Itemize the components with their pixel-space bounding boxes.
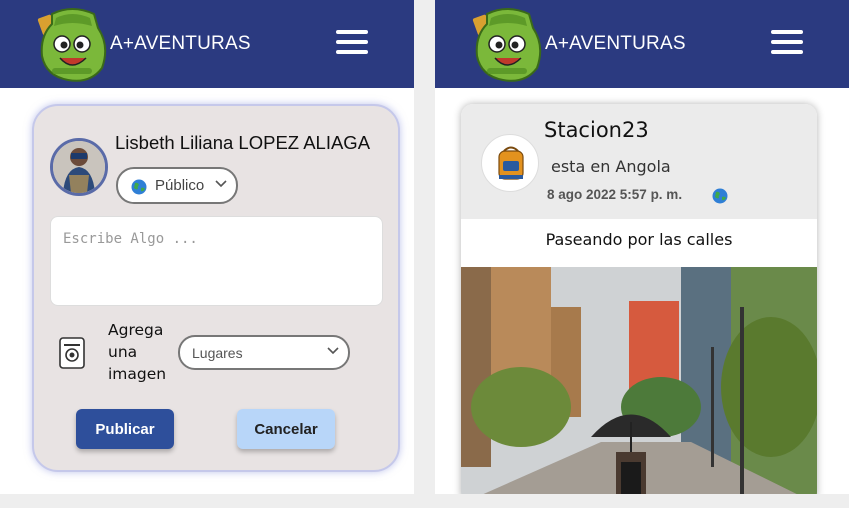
- avatar[interactable]: [50, 138, 108, 196]
- chevron-down-icon: [215, 180, 227, 188]
- create-post-screen: A+AVENTURAS Lisbeth Liliana LOPEZ ALIAGA…: [0, 0, 414, 494]
- cancel-button[interactable]: Cancelar: [237, 409, 335, 449]
- backpack-mascot-logo-icon[interactable]: [32, 6, 112, 84]
- places-select[interactable]: Lugares: [178, 335, 350, 370]
- backpack-icon: [498, 146, 524, 180]
- post-caption: Paseando por las calles: [545, 230, 733, 249]
- feed-post-header: Stacion23 esta en Angola 8 ago 2022 5:57…: [461, 104, 817, 219]
- camera-icon[interactable]: [58, 336, 86, 370]
- post-text-placeholder: Escribe Algo ...: [63, 231, 198, 247]
- privacy-select[interactable]: Público: [116, 167, 238, 204]
- feed-post-card: Stacion23 esta en Angola 8 ago 2022 5:57…: [461, 104, 817, 494]
- chevron-down-icon: [327, 347, 339, 355]
- app-header: A+AVENTURAS: [435, 0, 849, 88]
- user-name: Lisbeth Liliana LOPEZ ALIAGA: [115, 132, 371, 153]
- privacy-select-value: Público: [155, 177, 205, 194]
- add-image-label: Agrega una imagen: [108, 321, 167, 383]
- backpack-mascot-logo-icon[interactable]: [467, 6, 547, 84]
- user-photo-icon: [53, 141, 105, 193]
- brand-name: A+AVENTURAS: [110, 33, 251, 54]
- avatar[interactable]: [481, 134, 539, 192]
- hamburger-menu-icon[interactable]: [336, 30, 368, 58]
- hamburger-menu-icon[interactable]: [771, 30, 803, 58]
- globe-icon: [712, 188, 728, 204]
- post-photo[interactable]: [461, 267, 817, 494]
- brand-name: A+AVENTURAS: [545, 33, 686, 54]
- create-post-card: Lisbeth Liliana LOPEZ ALIAGA Público Esc…: [32, 104, 400, 472]
- places-select-value: Lugares: [192, 345, 243, 361]
- post-author-name[interactable]: Stacion23: [544, 118, 649, 142]
- post-timestamp: 8 ago 2022 5:57 p. m.: [547, 187, 683, 202]
- app-header: A+AVENTURAS: [0, 0, 414, 88]
- feed-screen: A+AVENTURAS Stacion23 esta en Angola 8 a…: [435, 0, 849, 494]
- post-location: esta en Angola: [551, 157, 671, 176]
- globe-icon: [131, 179, 147, 195]
- publish-button[interactable]: Publicar: [76, 409, 174, 449]
- post-text-input[interactable]: Escribe Algo ...: [50, 216, 383, 306]
